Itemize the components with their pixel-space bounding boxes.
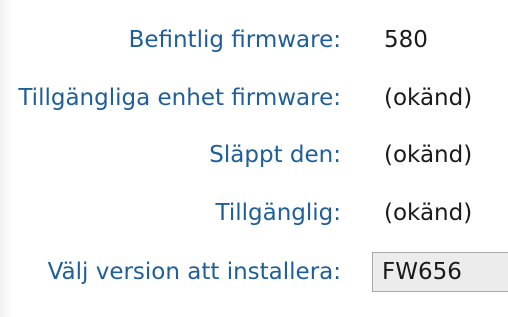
install-version-selected-value: FW656 — [382, 259, 462, 285]
release-date-row: Släppt den: (okänd) — [0, 135, 508, 175]
install-version-row: Välj version att installera: FW656 — [0, 252, 508, 292]
firmware-info-panel: Befintlig firmware: 580 Tillgängliga enh… — [0, 0, 508, 317]
current-firmware-label: Befintlig firmware: — [128, 27, 341, 53]
available-firmware-row: Tillgängliga enhet firmware: (okänd) — [0, 78, 508, 118]
install-version-select[interactable]: FW656 — [372, 252, 508, 292]
release-date-value: (okänd) — [384, 142, 473, 168]
availability-row: Tillgänglig: (okänd) — [0, 193, 508, 233]
availability-label: Tillgänglig: — [215, 200, 341, 226]
release-date-label: Släppt den: — [209, 142, 341, 168]
current-firmware-row: Befintlig firmware: 580 — [0, 20, 508, 60]
available-firmware-label: Tillgängliga enhet firmware: — [18, 85, 341, 111]
install-version-label: Välj version att installera: — [47, 259, 341, 285]
available-firmware-value: (okänd) — [384, 85, 473, 111]
current-firmware-value: 580 — [384, 27, 428, 53]
availability-value: (okänd) — [384, 200, 473, 226]
